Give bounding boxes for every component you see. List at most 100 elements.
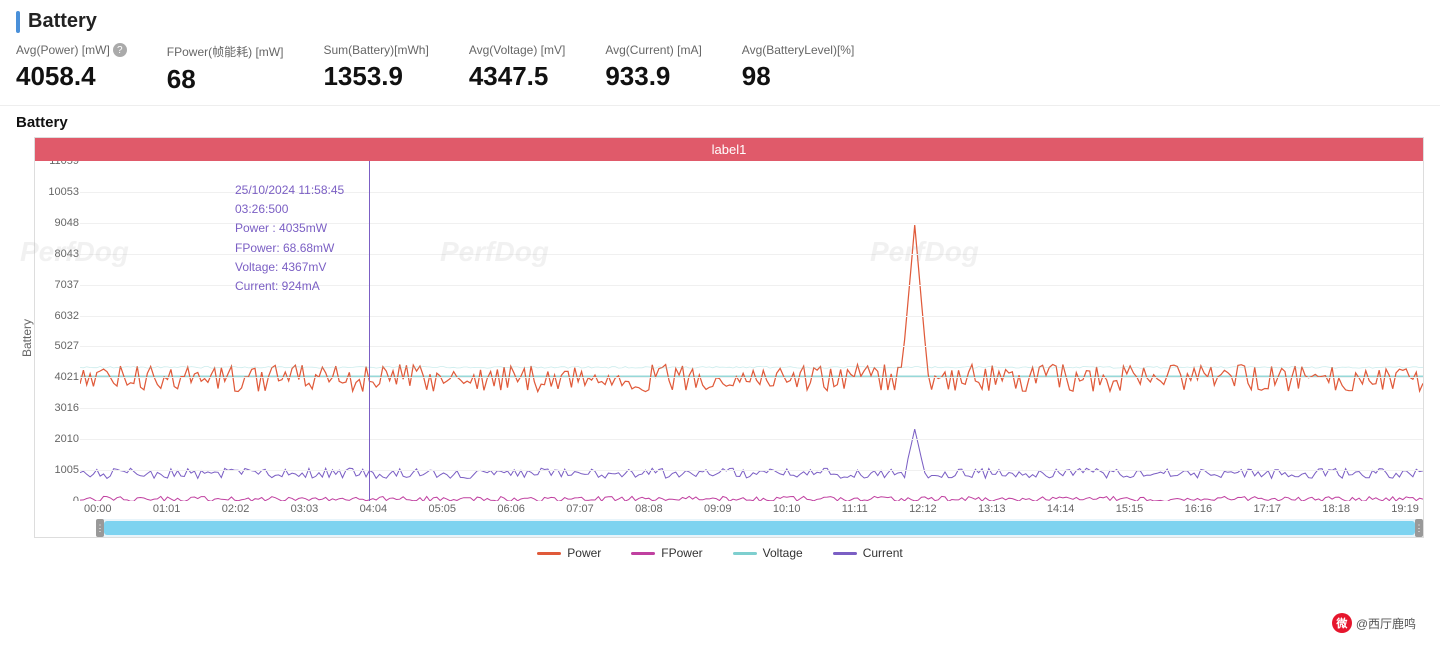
metric-item: FPower(帧能耗) [mW] 68 bbox=[167, 43, 284, 95]
x-tick: 07:07 bbox=[566, 503, 594, 515]
x-tick: 09:09 bbox=[704, 503, 732, 515]
cursor-line bbox=[369, 161, 370, 501]
x-tick: 19:19 bbox=[1391, 503, 1419, 515]
y-tick-label: 3016 bbox=[37, 402, 79, 414]
scrollbar[interactable]: ⋮ ⋮ bbox=[96, 519, 1423, 537]
legend-color-line bbox=[833, 552, 857, 555]
metric-label: Avg(Power) [mW]? bbox=[16, 43, 127, 57]
y-axis-label: Battery bbox=[16, 137, 34, 538]
voltage-line bbox=[80, 367, 1423, 369]
chart-section: Battery PerfDog PerfDog PerfDog Battery … bbox=[0, 106, 1440, 566]
chart-container[interactable]: label1 25/10/2024 11:58:45 03:26:500 Pow… bbox=[34, 137, 1424, 538]
metric-label: FPower(帧能耗) [mW] bbox=[167, 43, 284, 60]
y-tick-label: 5027 bbox=[37, 340, 79, 352]
metric-item: Avg(Current) [mA] 933.9 bbox=[605, 43, 701, 92]
x-tick: 04:04 bbox=[360, 503, 388, 515]
label-bar: label1 bbox=[35, 138, 1423, 161]
grid-line bbox=[80, 439, 1423, 440]
y-tick-label: 11059 bbox=[37, 161, 79, 167]
x-tick: 14:14 bbox=[1047, 503, 1075, 515]
x-tick: 00:00 bbox=[84, 503, 112, 515]
legend: Power FPower Voltage Current bbox=[16, 546, 1424, 566]
x-tick: 17:17 bbox=[1254, 503, 1282, 515]
legend-item: FPower bbox=[631, 546, 702, 560]
scrollbar-thumb[interactable] bbox=[104, 521, 1415, 535]
x-tick: 10:10 bbox=[773, 503, 801, 515]
y-tick-label: 2010 bbox=[37, 433, 79, 445]
legend-color-line bbox=[537, 552, 561, 555]
x-tick: 13:13 bbox=[978, 503, 1006, 515]
x-tick: 11:11 bbox=[842, 503, 868, 515]
y-tick-label: 8043 bbox=[37, 248, 79, 260]
y-tick-label: 6032 bbox=[37, 310, 79, 322]
metric-label: Avg(BatteryLevel)[%] bbox=[742, 43, 855, 57]
tooltip-date: 25/10/2024 11:58:45 bbox=[235, 181, 344, 200]
x-tick: 05:05 bbox=[428, 503, 456, 515]
legend-color-line bbox=[631, 552, 655, 555]
tooltip-box: 25/10/2024 11:58:45 03:26:500 Power : 40… bbox=[235, 181, 344, 296]
legend-label: FPower bbox=[661, 546, 702, 560]
metric-value: 68 bbox=[167, 64, 284, 95]
x-axis: 00:00 01:01 02:02 03:03 04:04 05:05 06:06 07:07… bbox=[80, 503, 1423, 515]
scrollbar-right-handle[interactable]: ⋮ bbox=[1415, 519, 1423, 537]
legend-label: Current bbox=[863, 546, 903, 560]
x-tick: 02:02 bbox=[222, 503, 250, 515]
scrollbar-left-handle[interactable]: ⋮ bbox=[96, 519, 104, 537]
section-title: Battery bbox=[28, 10, 97, 33]
legend-item: Voltage bbox=[733, 546, 803, 560]
metric-value: 4347.5 bbox=[469, 61, 566, 92]
x-tick: 15:15 bbox=[1116, 503, 1144, 515]
title-bar: Battery bbox=[16, 10, 1424, 33]
y-tick-label: 9048 bbox=[37, 217, 79, 229]
info-icon[interactable]: ? bbox=[113, 43, 127, 57]
metric-label: Avg(Current) [mA] bbox=[605, 43, 701, 57]
y-tick-label: 0 bbox=[37, 495, 79, 501]
chart-wrapper: Battery label1 25/10/2024 11:58:45 03:26… bbox=[16, 137, 1424, 538]
legend-label: Voltage bbox=[763, 546, 803, 560]
x-tick: 16:16 bbox=[1185, 503, 1213, 515]
x-tick: 01:01 bbox=[153, 503, 181, 515]
tooltip-voltage: Voltage: 4367mV bbox=[235, 258, 344, 277]
fpower-line bbox=[80, 496, 1423, 501]
metric-item: Avg(Power) [mW]? 4058.4 bbox=[16, 43, 127, 92]
x-tick: 08:08 bbox=[635, 503, 663, 515]
grid-line bbox=[80, 377, 1423, 378]
y-tick-label: 4021 bbox=[37, 371, 79, 383]
label-bar-text: label1 bbox=[712, 142, 747, 157]
x-tick: 06:06 bbox=[497, 503, 525, 515]
social-badge: 微@西厅鹿鸣 bbox=[1332, 613, 1416, 633]
metric-value: 4058.4 bbox=[16, 61, 127, 92]
social-handle: @西厅鹿鸣 bbox=[1356, 615, 1416, 632]
y-tick-label: 7037 bbox=[37, 279, 79, 291]
grid-line bbox=[80, 470, 1423, 471]
weibo-icon: 微 bbox=[1332, 613, 1352, 633]
x-tick: 12:12 bbox=[909, 503, 937, 515]
x-tick: 03:03 bbox=[291, 503, 319, 515]
y-tick-label: 10053 bbox=[37, 186, 79, 198]
legend-label: Power bbox=[567, 546, 601, 560]
metrics-row: Avg(Power) [mW]? 4058.4 FPower(帧能耗) [mW] 68… bbox=[16, 43, 1424, 95]
x-tick: 18:18 bbox=[1322, 503, 1350, 515]
metric-item: Sum(Battery)[mWh] 1353.9 bbox=[323, 43, 428, 92]
tooltip-power: Power : 4035mW bbox=[235, 219, 344, 238]
grid-line bbox=[80, 316, 1423, 317]
metric-value: 1353.9 bbox=[323, 61, 428, 92]
legend-color-line bbox=[733, 552, 757, 555]
chart-title: Battery bbox=[16, 114, 1424, 131]
legend-item: Power bbox=[537, 546, 601, 560]
legend-item: Current bbox=[833, 546, 903, 560]
title-accent bbox=[16, 11, 20, 33]
y-tick-label: 1005 bbox=[37, 464, 79, 476]
grid-line bbox=[80, 346, 1423, 347]
metric-label: Sum(Battery)[mWh] bbox=[323, 43, 428, 57]
tooltip-fpower: FPower: 68.68mW bbox=[235, 239, 344, 258]
tooltip-time: 03:26:500 bbox=[235, 200, 344, 219]
tooltip-current: Current: 924mA bbox=[235, 277, 344, 296]
metric-label: Avg(Voltage) [mV] bbox=[469, 43, 566, 57]
metric-item: Avg(Voltage) [mV] 4347.5 bbox=[469, 43, 566, 92]
chart-inner: 25/10/2024 11:58:45 03:26:500 Power : 40… bbox=[35, 161, 1423, 501]
top-section: Battery Avg(Power) [mW]? 4058.4 FPower(帧能耗… bbox=[0, 0, 1440, 106]
metric-value: 933.9 bbox=[605, 61, 701, 92]
grid-line bbox=[80, 408, 1423, 409]
metric-value: 98 bbox=[742, 61, 855, 92]
